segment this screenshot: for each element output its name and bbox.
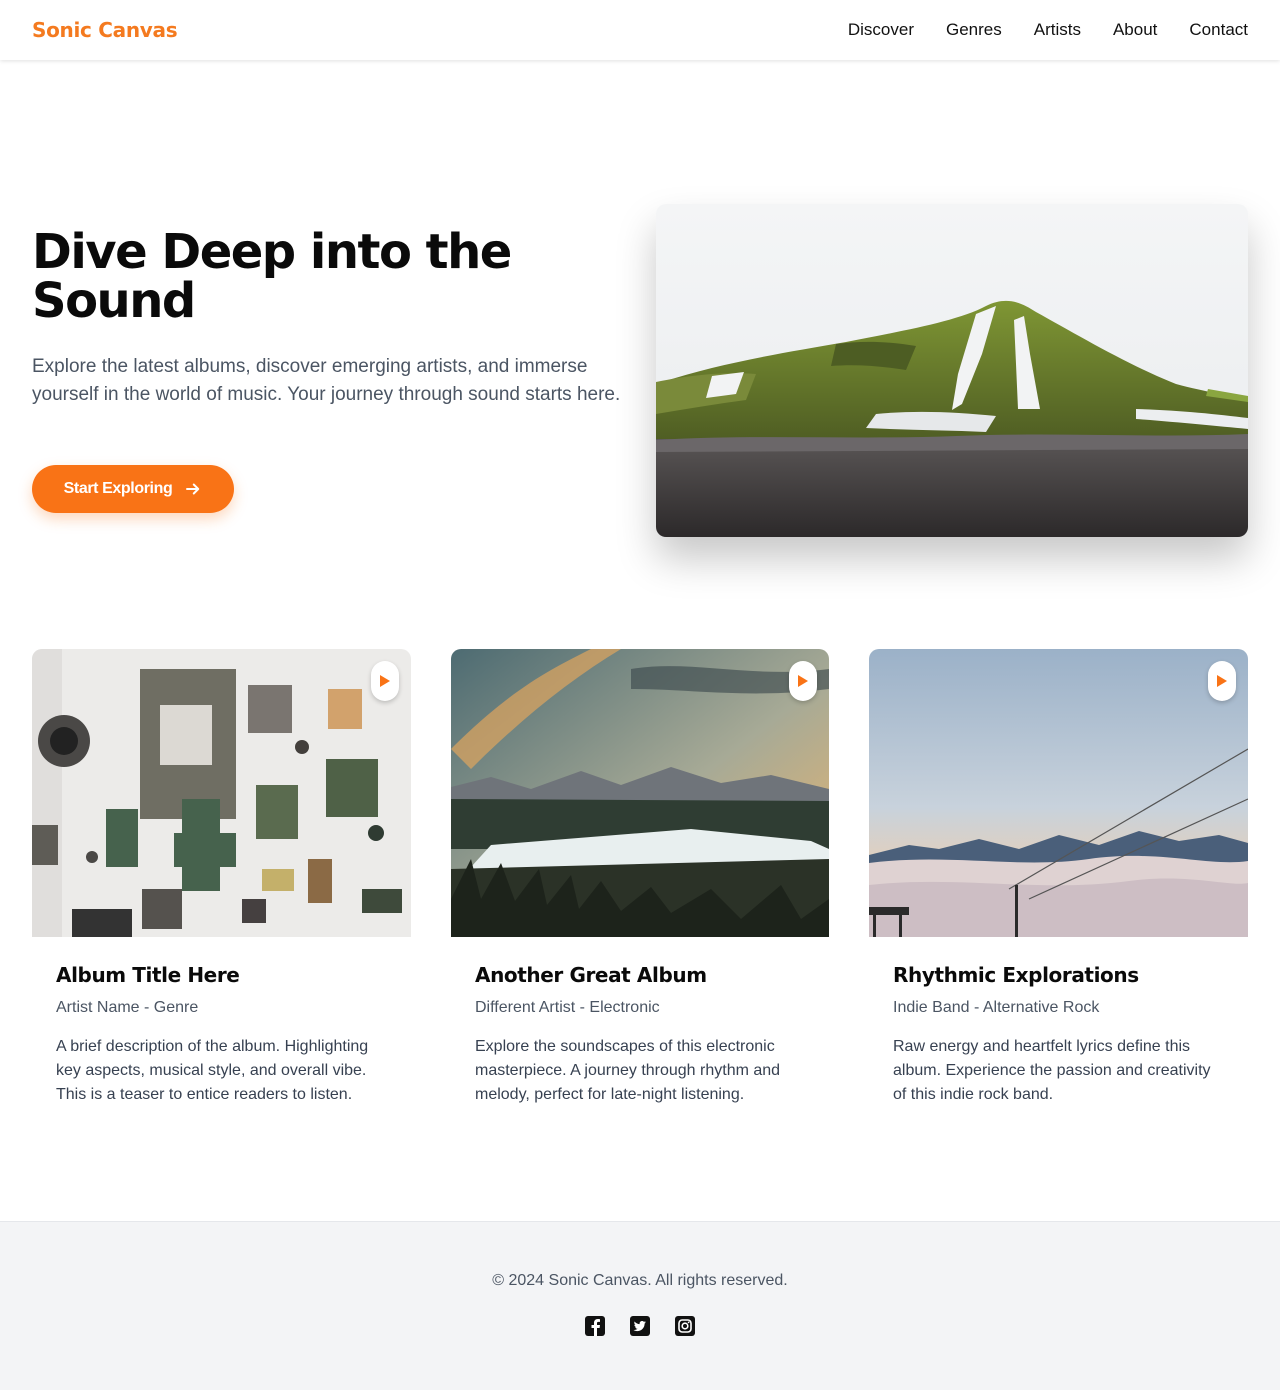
album-card[interactable]: Another Great Album Different Artist - E… [451,649,829,1169]
arrow-right-icon [186,483,200,495]
album-cover-image [869,649,1248,937]
play-button[interactable] [1208,661,1236,701]
album-title: Rhythmic Explorations [893,963,1139,987]
play-icon [380,675,390,687]
nav-about[interactable]: About [1113,20,1157,40]
cta-label: Start Exploring [63,480,173,497]
hero-title: Dive Deep into the Sound [32,224,512,329]
brand-logo[interactable]: Sonic Canvas [32,18,178,42]
facebook-icon[interactable] [584,1315,606,1337]
main-nav: Discover Genres Artists About Contact [848,20,1248,40]
play-icon [798,675,808,687]
play-button[interactable] [371,661,399,701]
album-title: Another Great Album [475,963,707,987]
play-button[interactable] [789,661,817,701]
nav-contact[interactable]: Contact [1189,20,1248,40]
album-description: A brief description of the album. Highli… [56,1038,369,1103]
hero-subtitle: Explore the latest albums, discover emer… [32,356,621,405]
social-links [0,1315,1280,1337]
album-card[interactable]: Rhythmic Explorations Indie Band - Alter… [869,649,1248,1169]
album-meta: Indie Band - Alternative Rock [893,999,1100,1016]
album-title: Album Title Here [56,963,240,987]
album-card[interactable]: Album Title Here Artist Name - Genre A b… [32,649,411,1169]
album-description: Explore the soundscapes of this electron… [475,1038,781,1103]
hero-section: Dive Deep into the Sound Explore the lat… [32,228,622,409]
play-icon [1217,675,1227,687]
instagram-icon[interactable] [674,1315,696,1337]
hero-mountain-image [656,204,1248,537]
album-cover-image [451,649,829,937]
nav-discover[interactable]: Discover [848,20,914,40]
album-cover-image [32,649,411,937]
twitter-icon[interactable] [629,1315,651,1337]
site-footer: © 2024 Sonic Canvas. All rights reserved… [0,1221,1280,1390]
nav-genres[interactable]: Genres [946,20,1002,40]
copyright-text: © 2024 Sonic Canvas. All rights reserved… [492,1272,788,1289]
site-header: Sonic Canvas Discover Genres Artists Abo… [0,0,1280,60]
nav-artists[interactable]: Artists [1034,20,1081,40]
album-description: Raw energy and heartfelt lyrics define t… [893,1038,1211,1103]
album-meta: Artist Name - Genre [56,999,199,1016]
start-exploring-button[interactable]: Start Exploring [32,465,234,513]
album-meta: Different Artist - Electronic [475,999,660,1016]
